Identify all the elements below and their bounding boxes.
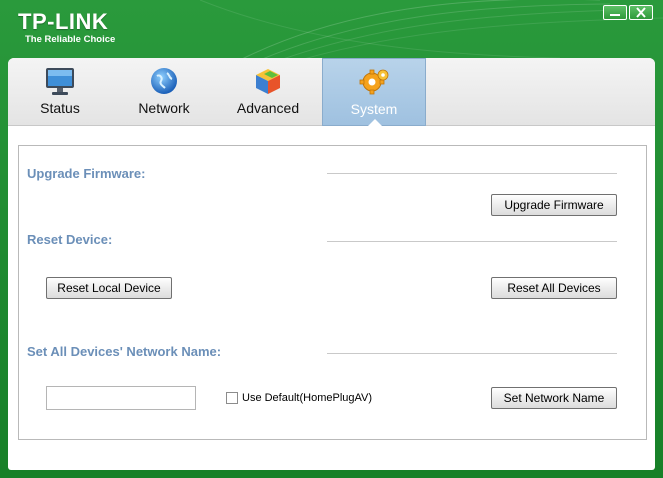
tab-label: Status bbox=[40, 100, 80, 116]
monitor-icon bbox=[46, 68, 74, 95]
tab-advanced[interactable]: Advanced bbox=[216, 58, 320, 126]
section-divider bbox=[327, 173, 617, 174]
use-default-label: Use Default(HomePlugAV) bbox=[242, 392, 373, 404]
set-network-name-button[interactable]: Set Network Name bbox=[491, 387, 617, 409]
tab-label: Advanced bbox=[236, 100, 300, 116]
app-window: TP-LINK The Reliable Choice Status Netwo… bbox=[0, 0, 663, 478]
tab-label: System bbox=[350, 101, 398, 117]
cube-icon bbox=[256, 69, 280, 94]
tab-bar: Status Network Advanced System bbox=[8, 58, 655, 126]
brand-name: TP-LINK bbox=[18, 9, 109, 34]
close-icon bbox=[636, 7, 646, 18]
upgrade-firmware-button[interactable]: Upgrade Firmware bbox=[491, 194, 617, 216]
active-tab-pointer bbox=[368, 119, 382, 126]
section-divider bbox=[327, 353, 617, 354]
minimize-button[interactable] bbox=[603, 5, 627, 20]
brand-tagline: The Reliable Choice bbox=[25, 34, 116, 45]
system-settings-box: Upgrade Firmware: Upgrade Firmware Reset… bbox=[18, 145, 647, 440]
network-name-input[interactable] bbox=[46, 386, 196, 410]
minimize-icon bbox=[610, 14, 620, 16]
section-divider bbox=[327, 241, 617, 242]
use-default-checkbox[interactable] bbox=[226, 392, 238, 404]
main-panel: Status Network Advanced System Upgrade F… bbox=[8, 58, 655, 470]
tab-system[interactable]: System bbox=[322, 58, 426, 126]
globe-icon bbox=[151, 68, 177, 94]
reset-device-title: Reset Device: bbox=[27, 232, 113, 247]
tab-status[interactable]: Status bbox=[8, 58, 112, 126]
tab-label: Network bbox=[138, 100, 190, 116]
close-button[interactable] bbox=[629, 5, 653, 20]
tp-link-logo: TP-LINK The Reliable Choice bbox=[18, 10, 115, 46]
upgrade-firmware-title: Upgrade Firmware: bbox=[27, 166, 146, 181]
reset-all-devices-button[interactable]: Reset All Devices bbox=[491, 277, 617, 299]
network-name-title: Set All Devices' Network Name: bbox=[27, 344, 222, 359]
reset-local-device-button[interactable]: Reset Local Device bbox=[46, 277, 172, 299]
gears-icon bbox=[359, 69, 389, 95]
tab-network[interactable]: Network bbox=[112, 58, 216, 126]
